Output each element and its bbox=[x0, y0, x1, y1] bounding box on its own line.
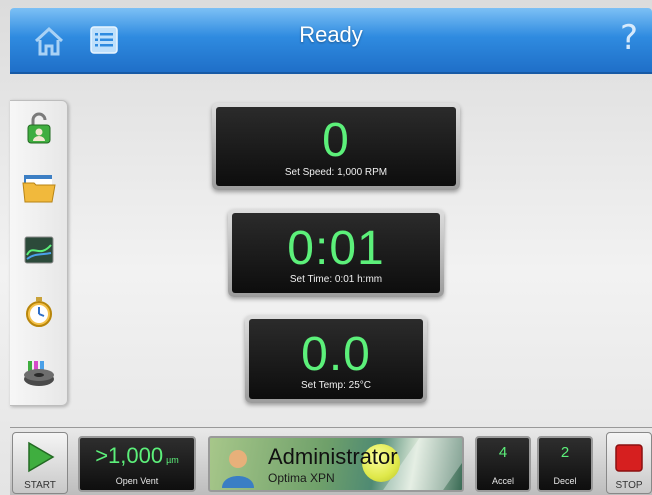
vacuum-display[interactable]: >1,000 µm Open Vent bbox=[78, 436, 196, 492]
temp-display[interactable]: 0.0 Set Temp: 25°C bbox=[245, 315, 427, 403]
accel-display[interactable]: 4 Accel bbox=[475, 436, 531, 492]
status-title: Ready bbox=[299, 22, 363, 47]
title-bar: Ready ? bbox=[10, 8, 652, 74]
rotor-icon[interactable] bbox=[22, 357, 56, 391]
unlock-user-icon[interactable] bbox=[22, 111, 56, 145]
user-panel[interactable]: Administrator Optima XPN bbox=[208, 436, 464, 492]
bottom-bar: START >1,000 µm Open Vent Administrator O… bbox=[10, 427, 652, 495]
accel-label: Accel bbox=[491, 476, 514, 486]
start-button[interactable]: START bbox=[12, 432, 68, 494]
stop-button[interactable]: STOP bbox=[606, 432, 652, 494]
start-label: START bbox=[24, 480, 56, 491]
vent-label: Open Vent bbox=[115, 476, 159, 486]
vacuum-value: >1,000 bbox=[95, 443, 164, 468]
time-value: 0:01 bbox=[287, 222, 385, 275]
play-icon bbox=[28, 441, 55, 473]
set-temp-label: Set Temp: 25°C bbox=[301, 380, 371, 391]
speed-value: 0 bbox=[322, 114, 350, 167]
help-icon[interactable]: ? bbox=[620, 18, 638, 58]
time-display[interactable]: 0:01 Set Time: 0:01 h:mm bbox=[228, 209, 444, 297]
stopwatch-icon[interactable] bbox=[22, 295, 56, 329]
set-time-label: Set Time: 0:01 h:mm bbox=[289, 274, 383, 285]
stop-label: STOP bbox=[615, 480, 643, 491]
temp-value: 0.0 bbox=[301, 328, 371, 381]
speed-display[interactable]: 0 Set Speed: 1,000 RPM bbox=[212, 103, 460, 190]
stop-icon bbox=[615, 444, 643, 472]
vacuum-unit: µm bbox=[166, 455, 179, 465]
graph-icon[interactable] bbox=[22, 233, 56, 267]
accel-value: 4 bbox=[498, 444, 508, 461]
instrument-name: Optima XPN bbox=[268, 471, 335, 485]
left-sidebar bbox=[10, 100, 68, 406]
decel-value: 2 bbox=[560, 444, 570, 461]
folder-icon[interactable] bbox=[22, 171, 56, 205]
decel-label: Decel bbox=[553, 476, 577, 486]
avatar bbox=[222, 450, 254, 488]
set-speed-label: Set Speed: 1,000 RPM bbox=[284, 167, 388, 178]
decel-display[interactable]: 2 Decel bbox=[537, 436, 593, 492]
user-name: Administrator bbox=[268, 444, 398, 469]
